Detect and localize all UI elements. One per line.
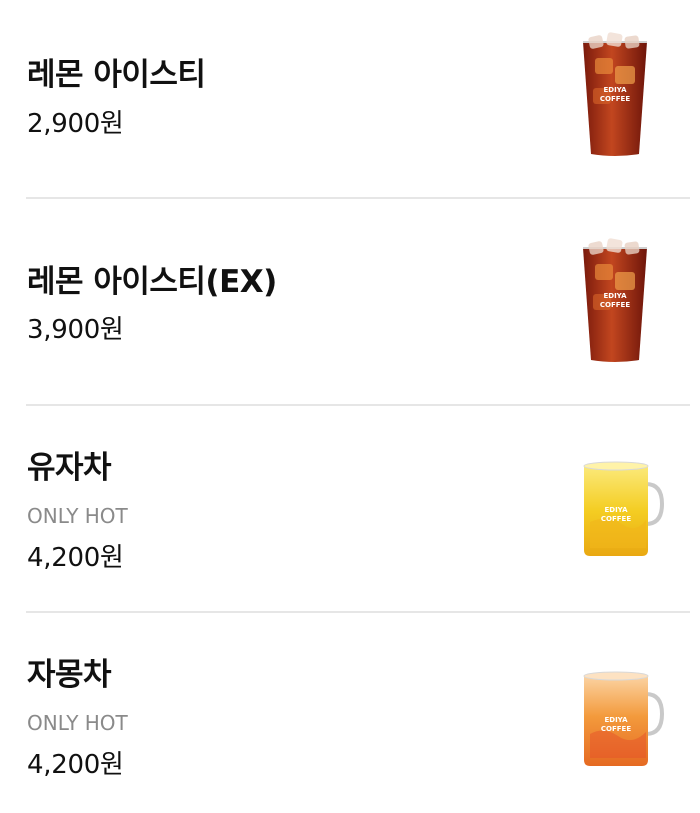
menu-item-lemon-iced-tea-ex[interactable]: 레몬 아이스티(EX) 3,900원 EDIYA COFFEE — [0, 199, 700, 405]
item-name: 레몬 아이스티(EX) — [27, 264, 277, 300]
mug-logo-text: EDIYA — [604, 506, 628, 514]
yuja-tea-mug-icon: EDIYA COFFEE — [583, 461, 665, 556]
only-hot-note: ONLY HOT — [27, 711, 128, 735]
item-price: 2,900원 — [27, 109, 124, 139]
menu-item-lemon-iced-tea[interactable]: 레몬 아이스티 2,900원 EDIYA COFFEE — [0, 0, 700, 198]
cup-logo-text: COFFEE — [600, 301, 630, 309]
mug-logo-text: COFFEE — [601, 725, 631, 733]
cup-logo-text: EDIYA — [603, 292, 627, 300]
item-price: 4,200원 — [27, 750, 124, 780]
mug-logo-text: COFFEE — [601, 515, 631, 523]
item-name: 유자차 — [27, 450, 112, 486]
only-hot-note: ONLY HOT — [27, 504, 128, 528]
item-name: 자몽차 — [27, 657, 112, 693]
iced-tea-cup-icon: EDIYA COFFEE — [583, 238, 647, 362]
iced-tea-cup-icon: EDIYA COFFEE — [583, 32, 647, 156]
mug-logo-text: EDIYA — [604, 716, 628, 724]
cup-logo-text: COFFEE — [600, 95, 630, 103]
item-price: 3,900원 — [27, 315, 124, 345]
menu-item-grapefruit-tea[interactable]: 자몽차 ONLY HOT 4,200원 EDIYA COFFEE — [0, 613, 700, 813]
grapefruit-tea-mug-icon: EDIYA COFFEE — [583, 671, 665, 766]
item-price: 4,200원 — [27, 543, 124, 573]
menu-item-yuja-tea[interactable]: 유자차 ONLY HOT 4,200원 EDIYA COFFEE — [0, 406, 700, 612]
menu-list: 레몬 아이스티 2,900원 EDIYA COFFEE 레몬 아이스티(EX) … — [0, 0, 700, 813]
cup-logo-text: EDIYA — [603, 86, 627, 94]
item-name: 레몬 아이스티 — [27, 57, 206, 93]
